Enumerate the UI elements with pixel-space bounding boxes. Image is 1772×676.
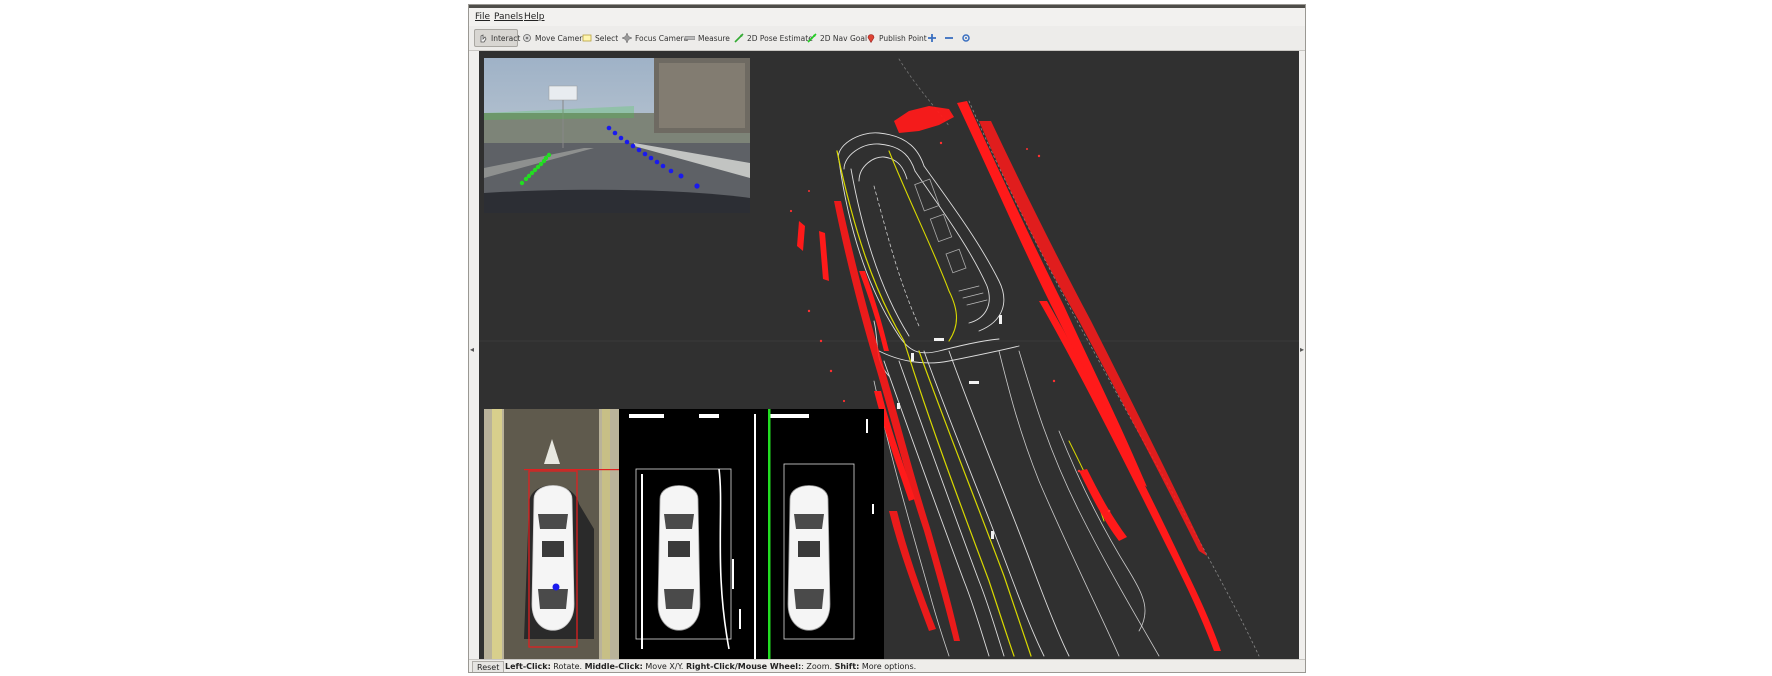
middle-click-desc: Move X/Y.: [642, 662, 686, 671]
front-camera-image-panel: [484, 58, 750, 213]
camera-road-sign: [548, 85, 578, 101]
left-click-key: Left-Click:: [505, 662, 551, 671]
tool-focus-camera[interactable]: Focus Camera: [619, 29, 688, 47]
remove-tool-button[interactable]: [941, 29, 957, 47]
right-dock-collapse-arrow[interactable]: ▸: [1300, 345, 1304, 354]
right-click-key: Right-Click/Mouse Wheel:: [685, 662, 802, 671]
parking-block: [929, 213, 953, 243]
menu-panels[interactable]: Panels: [494, 12, 523, 22]
parking-block: [945, 248, 967, 274]
map-road-line: [948, 350, 1070, 657]
shift-key: Shift:: [834, 662, 860, 671]
pose-estimate-icon: [734, 33, 744, 43]
nav-goal-icon: [807, 33, 817, 43]
map-road-line: [923, 165, 1005, 332]
tool-2d-pose-estimate[interactable]: 2D Pose Estimate: [731, 29, 813, 47]
tool-properties-button[interactable]: [958, 29, 974, 47]
map-road-line: [837, 132, 925, 167]
measure-icon: [684, 33, 696, 43]
tool-measure[interactable]: Measure: [682, 29, 730, 47]
select-icon: [582, 33, 592, 43]
add-tool-icon: [927, 33, 937, 43]
map-road-line: [898, 335, 1000, 354]
shift-desc: More options.: [859, 662, 917, 671]
tool-properties-icon: [961, 33, 971, 43]
status-help-text: Left-Click: Rotate. Middle-Click: Move X…: [505, 662, 916, 671]
map-road-line: [914, 170, 990, 324]
vehicle-marker-blue: [552, 583, 560, 591]
remove-tool-icon: [944, 33, 954, 43]
3d-render-viewport[interactable]: [479, 51, 1299, 659]
tool-select[interactable]: Select: [579, 29, 619, 47]
surround-view-panel: [484, 409, 884, 659]
right-click-desc: : Zoom.: [801, 662, 835, 671]
front-camera-image: [484, 58, 750, 213]
lane-line-yellow: [888, 150, 958, 342]
left-click-desc: Rotate.: [550, 662, 585, 671]
surround-view-images: [484, 409, 884, 659]
menu-file[interactable]: File: [475, 12, 490, 22]
publish-point-icon: [866, 33, 876, 44]
interact-icon: [478, 33, 488, 43]
map-road-line: [923, 350, 1045, 657]
tool-2d-nav-goal[interactable]: 2D Nav Goal: [804, 29, 867, 47]
tool-publish-point[interactable]: Publish Point: [863, 29, 927, 47]
add-tool-button[interactable]: [924, 29, 940, 47]
menu-help[interactable]: Help: [524, 12, 545, 22]
parking-stripes: [958, 285, 988, 306]
status-bar: Reset Left-Click: Rotate. Middle-Click: …: [469, 659, 1305, 672]
tool-move-camera[interactable]: Move Camera: [519, 29, 587, 47]
lane-detection-line-green: [768, 409, 771, 659]
map-road-line: [1018, 350, 1160, 657]
birds-eye-edge-view: [619, 409, 754, 659]
tool-interact[interactable]: Interact: [474, 29, 520, 47]
focus-camera-icon: [621, 32, 633, 44]
parking-block: [914, 178, 940, 212]
left-dock-collapse-arrow[interactable]: ◂: [470, 345, 474, 354]
birds-eye-lane-view: [754, 409, 884, 659]
middle-click-key: Middle-Click:: [584, 662, 643, 671]
move-camera-icon: [522, 33, 532, 43]
toolbar: Interact Move Camera Select Focus Camera…: [469, 26, 1305, 51]
rviz-window: File Panels Help Interact Move Camera Se…: [468, 4, 1306, 673]
birds-eye-color-view: [484, 409, 619, 659]
reset-button[interactable]: Reset: [472, 661, 505, 672]
menu-bar: File Panels Help: [469, 8, 1305, 26]
